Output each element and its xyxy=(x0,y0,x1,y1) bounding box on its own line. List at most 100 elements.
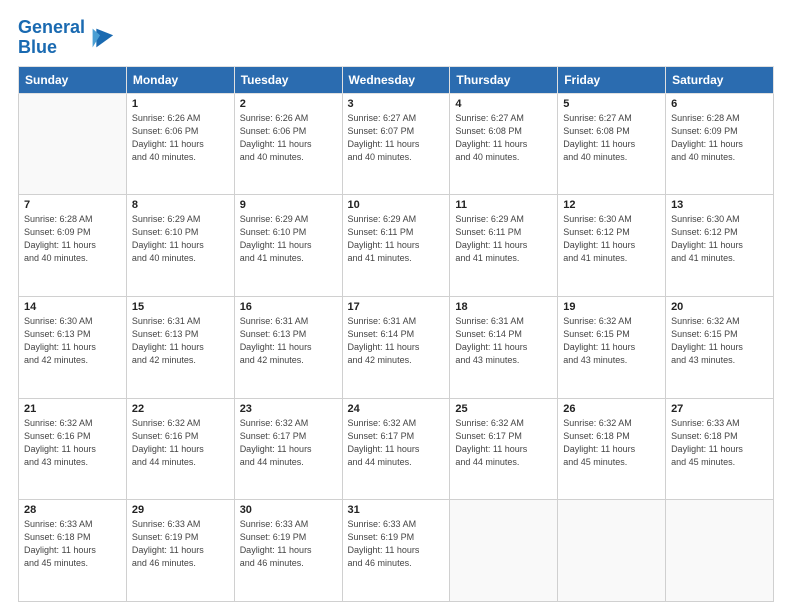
day-number: 30 xyxy=(240,504,337,516)
day-number: 19 xyxy=(563,301,660,313)
calendar-cell: 23 Sunrise: 6:32 AM Sunset: 6:17 PM Dayli… xyxy=(234,398,342,500)
day-info: Sunrise: 6:32 AM Sunset: 6:17 PM Dayligh… xyxy=(240,417,337,469)
day-info: Sunrise: 6:30 AM Sunset: 6:12 PM Dayligh… xyxy=(563,213,660,265)
day-number: 13 xyxy=(671,199,768,211)
day-of-week-header: Saturday xyxy=(666,66,774,93)
day-number: 21 xyxy=(24,403,121,415)
logo-text: General Blue xyxy=(18,18,85,58)
day-number: 28 xyxy=(24,504,121,516)
day-number: 1 xyxy=(132,98,229,110)
logo: General Blue xyxy=(18,18,115,58)
day-number: 2 xyxy=(240,98,337,110)
day-number: 25 xyxy=(455,403,552,415)
day-info: Sunrise: 6:32 AM Sunset: 6:15 PM Dayligh… xyxy=(563,315,660,367)
day-number: 22 xyxy=(132,403,229,415)
calendar-cell: 15Sunrise: 6:31 AM Sunset: 6:13 PM Dayli… xyxy=(126,296,234,398)
calendar-cell: 14Sunrise: 6:30 AM Sunset: 6:13 PM Dayli… xyxy=(19,296,127,398)
page-header: General Blue xyxy=(18,18,774,58)
calendar-cell: 12 Sunrise: 6:30 AM Sunset: 6:12 PM Dayli… xyxy=(558,195,666,297)
calendar-week-row: 14Sunrise: 6:30 AM Sunset: 6:13 PM Dayli… xyxy=(19,296,774,398)
calendar-cell: 27 Sunrise: 6:33 AM Sunset: 6:18 PM Dayli… xyxy=(666,398,774,500)
day-number: 6 xyxy=(671,98,768,110)
day-info: Sunrise: 6:29 AM Sunset: 6:11 PM Dayligh… xyxy=(348,213,445,265)
calendar-cell: 18 Sunrise: 6:31 AM Sunset: 6:14 PM Dayli… xyxy=(450,296,558,398)
day-number: 10 xyxy=(348,199,445,211)
day-number: 3 xyxy=(348,98,445,110)
day-info: Sunrise: 6:32 AM Sunset: 6:18 PM Dayligh… xyxy=(563,417,660,469)
day-number: 24 xyxy=(348,403,445,415)
logo-icon xyxy=(87,24,115,52)
day-number: 9 xyxy=(240,199,337,211)
calendar-cell: 3 Sunrise: 6:27 AM Sunset: 6:07 PM Daylig… xyxy=(342,93,450,195)
calendar-cell: 24Sunrise: 6:32 AM Sunset: 6:17 PM Dayli… xyxy=(342,398,450,500)
calendar-cell: 19 Sunrise: 6:32 AM Sunset: 6:15 PM Dayli… xyxy=(558,296,666,398)
day-info: Sunrise: 6:27 AM Sunset: 6:07 PM Dayligh… xyxy=(348,112,445,164)
calendar-cell: 31 Sunrise: 6:33 AM Sunset: 6:19 PM Dayli… xyxy=(342,500,450,602)
day-number: 29 xyxy=(132,504,229,516)
calendar-cell: 13 Sunrise: 6:30 AM Sunset: 6:12 PM Dayli… xyxy=(666,195,774,297)
day-info: Sunrise: 6:26 AM Sunset: 6:06 PM Dayligh… xyxy=(132,112,229,164)
day-info: Sunrise: 6:31 AM Sunset: 6:13 PM Dayligh… xyxy=(240,315,337,367)
calendar-cell: 8Sunrise: 6:29 AM Sunset: 6:10 PM Daylig… xyxy=(126,195,234,297)
calendar-cell: 2 Sunrise: 6:26 AM Sunset: 6:06 PM Daylig… xyxy=(234,93,342,195)
day-info: Sunrise: 6:32 AM Sunset: 6:15 PM Dayligh… xyxy=(671,315,768,367)
day-info: Sunrise: 6:27 AM Sunset: 6:08 PM Dayligh… xyxy=(563,112,660,164)
day-info: Sunrise: 6:32 AM Sunset: 6:16 PM Dayligh… xyxy=(132,417,229,469)
calendar-cell xyxy=(666,500,774,602)
calendar-header: SundayMondayTuesdayWednesdayThursdayFrid… xyxy=(19,66,774,93)
calendar-cell: 22 Sunrise: 6:32 AM Sunset: 6:16 PM Dayli… xyxy=(126,398,234,500)
day-number: 11 xyxy=(455,199,552,211)
day-info: Sunrise: 6:26 AM Sunset: 6:06 PM Dayligh… xyxy=(240,112,337,164)
calendar-cell: 20 Sunrise: 6:32 AM Sunset: 6:15 PM Dayli… xyxy=(666,296,774,398)
calendar-cell xyxy=(450,500,558,602)
day-number: 20 xyxy=(671,301,768,313)
day-number: 16 xyxy=(240,301,337,313)
day-info: Sunrise: 6:33 AM Sunset: 6:19 PM Dayligh… xyxy=(348,518,445,570)
day-of-week-header: Thursday xyxy=(450,66,558,93)
day-info: Sunrise: 6:28 AM Sunset: 6:09 PM Dayligh… xyxy=(671,112,768,164)
calendar-week-row: 28 Sunrise: 6:33 AM Sunset: 6:18 PM Dayli… xyxy=(19,500,774,602)
day-info: Sunrise: 6:33 AM Sunset: 6:18 PM Dayligh… xyxy=(24,518,121,570)
calendar-cell: 11 Sunrise: 6:29 AM Sunset: 6:11 PM Dayli… xyxy=(450,195,558,297)
day-info: Sunrise: 6:29 AM Sunset: 6:11 PM Dayligh… xyxy=(455,213,552,265)
day-info: Sunrise: 6:32 AM Sunset: 6:16 PM Dayligh… xyxy=(24,417,121,469)
day-info: Sunrise: 6:28 AM Sunset: 6:09 PM Dayligh… xyxy=(24,213,121,265)
day-info: Sunrise: 6:29 AM Sunset: 6:10 PM Dayligh… xyxy=(132,213,229,265)
day-number: 5 xyxy=(563,98,660,110)
calendar-cell: 6 Sunrise: 6:28 AM Sunset: 6:09 PM Daylig… xyxy=(666,93,774,195)
day-info: Sunrise: 6:33 AM Sunset: 6:19 PM Dayligh… xyxy=(132,518,229,570)
days-of-week-row: SundayMondayTuesdayWednesdayThursdayFrid… xyxy=(19,66,774,93)
day-of-week-header: Monday xyxy=(126,66,234,93)
logo-general: General xyxy=(18,17,85,37)
day-of-week-header: Tuesday xyxy=(234,66,342,93)
calendar-cell: 4Sunrise: 6:27 AM Sunset: 6:08 PM Daylig… xyxy=(450,93,558,195)
calendar-week-row: 1 Sunrise: 6:26 AM Sunset: 6:06 PM Daylig… xyxy=(19,93,774,195)
day-of-week-header: Friday xyxy=(558,66,666,93)
day-number: 31 xyxy=(348,504,445,516)
day-number: 12 xyxy=(563,199,660,211)
day-of-week-header: Sunday xyxy=(19,66,127,93)
calendar-cell: 7 Sunrise: 6:28 AM Sunset: 6:09 PM Daylig… xyxy=(19,195,127,297)
calendar-cell xyxy=(19,93,127,195)
calendar-cell: 17Sunrise: 6:31 AM Sunset: 6:14 PM Dayli… xyxy=(342,296,450,398)
day-info: Sunrise: 6:31 AM Sunset: 6:14 PM Dayligh… xyxy=(455,315,552,367)
day-number: 23 xyxy=(240,403,337,415)
day-number: 18 xyxy=(455,301,552,313)
day-number: 27 xyxy=(671,403,768,415)
day-number: 4 xyxy=(455,98,552,110)
day-number: 17 xyxy=(348,301,445,313)
day-info: Sunrise: 6:33 AM Sunset: 6:18 PM Dayligh… xyxy=(671,417,768,469)
day-of-week-header: Wednesday xyxy=(342,66,450,93)
calendar-cell: 9 Sunrise: 6:29 AM Sunset: 6:10 PM Daylig… xyxy=(234,195,342,297)
day-number: 7 xyxy=(24,199,121,211)
day-number: 26 xyxy=(563,403,660,415)
calendar-cell: 26 Sunrise: 6:32 AM Sunset: 6:18 PM Dayli… xyxy=(558,398,666,500)
calendar-cell xyxy=(558,500,666,602)
calendar-body: 1 Sunrise: 6:26 AM Sunset: 6:06 PM Daylig… xyxy=(19,93,774,601)
calendar-cell: 28 Sunrise: 6:33 AM Sunset: 6:18 PM Dayli… xyxy=(19,500,127,602)
day-info: Sunrise: 6:30 AM Sunset: 6:12 PM Dayligh… xyxy=(671,213,768,265)
day-info: Sunrise: 6:32 AM Sunset: 6:17 PM Dayligh… xyxy=(455,417,552,469)
calendar-cell: 10 Sunrise: 6:29 AM Sunset: 6:11 PM Dayli… xyxy=(342,195,450,297)
day-info: Sunrise: 6:29 AM Sunset: 6:10 PM Dayligh… xyxy=(240,213,337,265)
day-number: 14 xyxy=(24,301,121,313)
